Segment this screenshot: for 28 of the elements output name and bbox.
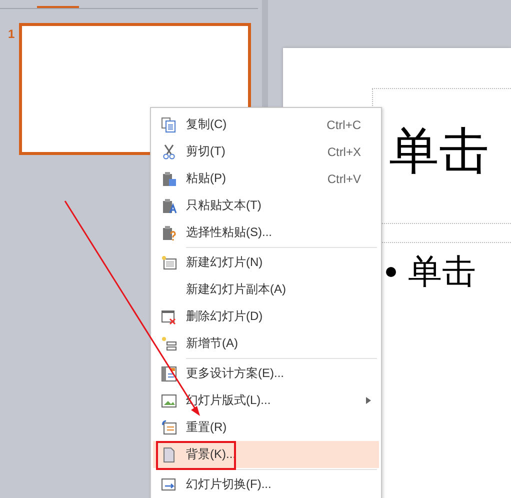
reset-icon: [161, 420, 177, 436]
shortcut-label: Ctrl+C: [326, 118, 361, 132]
slide-body-text: 单击: [408, 251, 476, 294]
menu-item[interactable]: 新建幻灯片副本(A): [153, 276, 379, 303]
transition-icon: [161, 476, 177, 492]
document-icon: [161, 446, 177, 462]
new-slide-icon: [161, 254, 177, 270]
clipboard-question-icon: [161, 224, 177, 240]
menu-item[interactable]: 更多设计方案(E)...: [153, 360, 379, 387]
shortcut-label: Ctrl+V: [327, 172, 361, 186]
menu-item[interactable]: 幻灯片切换(F)...: [153, 471, 379, 498]
slide-title: 单击: [389, 120, 489, 182]
menu-item[interactable]: 重置(R): [153, 414, 379, 441]
slide-number: 1: [8, 26, 15, 43]
menu-item[interactable]: 删除幻灯片(D): [153, 303, 379, 330]
copy-icon: [161, 116, 177, 132]
menu-item[interactable]: 新建幻灯片(N): [153, 249, 379, 276]
menu-item[interactable]: 新增节(A): [153, 330, 379, 357]
design-icon: [161, 366, 177, 382]
layout-icon: [161, 392, 177, 408]
menu-item[interactable]: 背景(K)...: [153, 441, 379, 468]
clipboard-icon: [161, 170, 177, 186]
bullet-icon: [386, 267, 396, 277]
section-icon: [161, 336, 177, 352]
delete-slide-icon: [161, 308, 177, 324]
scissors-icon: [161, 144, 177, 160]
clipboard-text-icon: [161, 198, 177, 214]
shortcut-label: Ctrl+X: [327, 144, 361, 158]
